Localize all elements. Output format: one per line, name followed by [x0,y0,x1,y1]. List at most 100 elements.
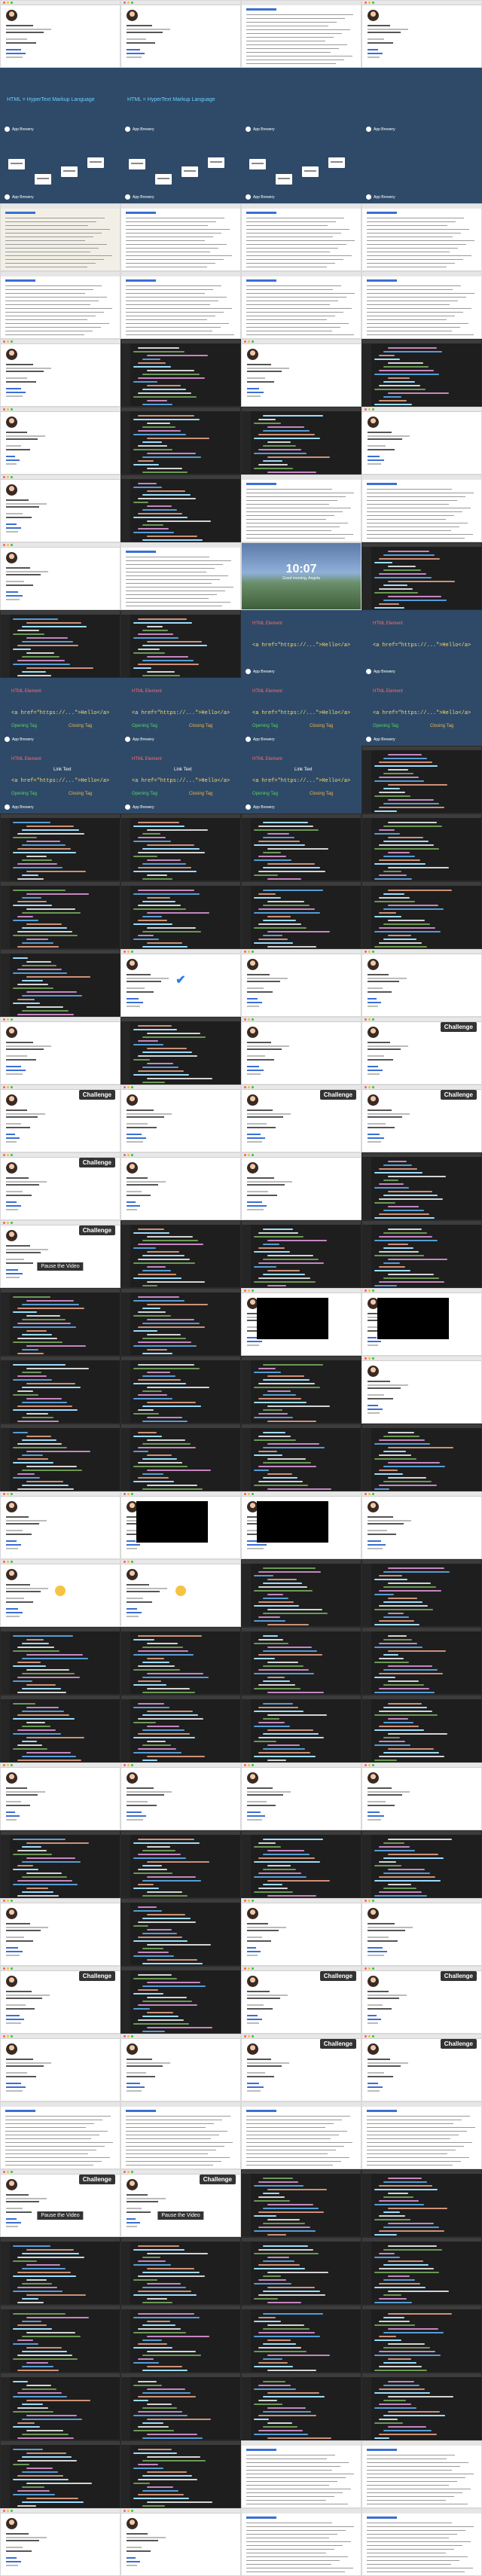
video-frame-thumbnail[interactable] [241,1017,362,1085]
window-control-icon[interactable] [368,951,371,953]
window-control-icon[interactable] [365,1357,367,1360]
page-link[interactable] [127,2083,140,2084]
window-control-icon[interactable] [3,340,5,343]
video-frame-thumbnail[interactable] [362,2169,482,2237]
video-frame-thumbnail[interactable] [120,2305,241,2373]
video-frame-thumbnail[interactable] [362,407,482,475]
video-frame-thumbnail[interactable] [362,1763,482,1830]
video-frame-thumbnail[interactable]: ✔ [120,949,241,1017]
video-frame-thumbnail[interactable] [241,1356,362,1424]
window-control-icon[interactable] [124,2171,126,2173]
video-frame-thumbnail[interactable]: HTML Element <a href="https://...">Hello<… [362,678,482,746]
video-frame-thumbnail[interactable] [120,1288,241,1356]
page-link[interactable] [127,2557,136,2559]
page-link[interactable] [368,2086,383,2088]
video-frame-thumbnail[interactable] [120,2373,241,2440]
video-frame-thumbnail[interactable] [0,2508,120,2576]
window-control-icon[interactable] [3,1967,5,1970]
window-control-icon[interactable] [7,2035,9,2037]
window-control-icon[interactable] [372,1357,374,1360]
window-control-icon[interactable] [365,1290,367,1292]
video-frame-thumbnail[interactable] [120,1085,241,1152]
video-frame-thumbnail[interactable] [0,542,120,610]
video-frame-thumbnail[interactable] [362,1830,482,1898]
window-control-icon[interactable] [248,1086,250,1088]
page-link[interactable] [6,2222,21,2223]
video-frame-thumbnail[interactable] [241,813,362,881]
video-frame-thumbnail[interactable]: Challenge Pause the Video [0,1220,120,1288]
page-link[interactable] [247,1341,262,1342]
video-frame-thumbnail[interactable]: App Brewery [0,136,120,203]
video-frame-thumbnail[interactable] [0,0,120,68]
window-control-icon[interactable] [3,2171,5,2173]
window-control-icon[interactable] [248,340,250,343]
video-frame-thumbnail[interactable]: HTML Element <a href="https://...">Hello<… [120,678,241,746]
window-control-icon[interactable] [3,2,5,4]
video-frame-thumbnail[interactable] [120,2508,241,2576]
window-control-icon[interactable] [11,1154,13,1156]
window-control-icon[interactable] [11,1561,13,1563]
window-control-icon[interactable] [368,1290,371,1292]
video-frame-thumbnail[interactable] [0,2440,120,2508]
window-control-icon[interactable] [11,1018,13,1021]
video-frame-thumbnail[interactable] [120,2034,241,2101]
video-frame-thumbnail[interactable]: HTML Element <a href="https://...">Hello<… [241,610,362,678]
page-link[interactable] [6,1612,23,1613]
page-link[interactable] [368,53,383,54]
video-frame-thumbnail[interactable] [0,610,120,678]
video-frame-thumbnail[interactable] [0,1898,120,1966]
video-frame-thumbnail[interactable] [0,203,120,271]
video-frame-thumbnail[interactable] [241,271,362,339]
window-control-icon[interactable] [124,951,126,953]
window-control-icon[interactable] [127,1154,130,1156]
window-control-icon[interactable] [3,1154,5,1156]
window-control-icon[interactable] [244,1086,246,1088]
window-control-icon[interactable] [248,1967,250,1970]
page-link[interactable] [6,1273,23,1274]
video-frame-thumbnail[interactable] [362,542,482,610]
page-link[interactable] [247,1951,261,1952]
page-link[interactable] [368,1341,381,1342]
window-control-icon[interactable] [248,951,250,953]
video-frame-thumbnail[interactable]: App Brewery [241,136,362,203]
window-control-icon[interactable] [127,2,130,4]
window-control-icon[interactable] [11,1900,13,1902]
embedded-video-player[interactable] [257,1298,328,1339]
window-control-icon[interactable] [248,1018,250,1021]
window-control-icon[interactable] [365,1764,367,1766]
window-control-icon[interactable] [372,1900,374,1902]
page-link[interactable] [127,1540,136,1542]
video-frame-thumbnail[interactable] [120,542,241,610]
video-frame-thumbnail[interactable]: Challenge [241,1085,362,1152]
window-control-icon[interactable] [11,2035,13,2037]
video-frame-thumbnail[interactable] [362,1559,482,1627]
video-frame-thumbnail[interactable] [120,2440,241,2508]
page-link[interactable] [368,1409,383,1410]
embedded-video-player[interactable] [136,1501,208,1543]
page-link[interactable] [368,998,377,1000]
window-control-icon[interactable] [3,1764,5,1766]
page-link[interactable] [127,1137,146,1139]
video-frame-thumbnail[interactable] [362,1356,482,1424]
video-frame-thumbnail[interactable] [362,949,482,1017]
video-frame-thumbnail[interactable] [241,1424,362,1491]
video-frame-thumbnail[interactable] [241,1627,362,1695]
window-control-icon[interactable] [127,951,130,953]
page-link[interactable] [6,1201,17,1203]
window-control-icon[interactable] [7,340,9,343]
page-link[interactable] [127,998,139,1000]
video-frame-thumbnail[interactable] [0,1559,120,1627]
window-control-icon[interactable] [244,340,246,343]
video-frame-thumbnail[interactable] [120,1017,241,1085]
video-frame-thumbnail[interactable] [0,2101,120,2169]
window-control-icon[interactable] [365,1967,367,1970]
page-link[interactable] [6,456,15,457]
video-frame-thumbnail[interactable]: HTML Element <a href="https://...">Hello<… [241,678,362,746]
video-frame-thumbnail[interactable] [120,1559,241,1627]
page-link[interactable] [6,527,21,529]
page-link[interactable] [127,1134,142,1135]
video-frame-thumbnail[interactable] [241,475,362,542]
window-control-icon[interactable] [124,2,126,4]
page-link[interactable] [247,1811,261,1813]
window-control-icon[interactable] [368,1493,371,1495]
